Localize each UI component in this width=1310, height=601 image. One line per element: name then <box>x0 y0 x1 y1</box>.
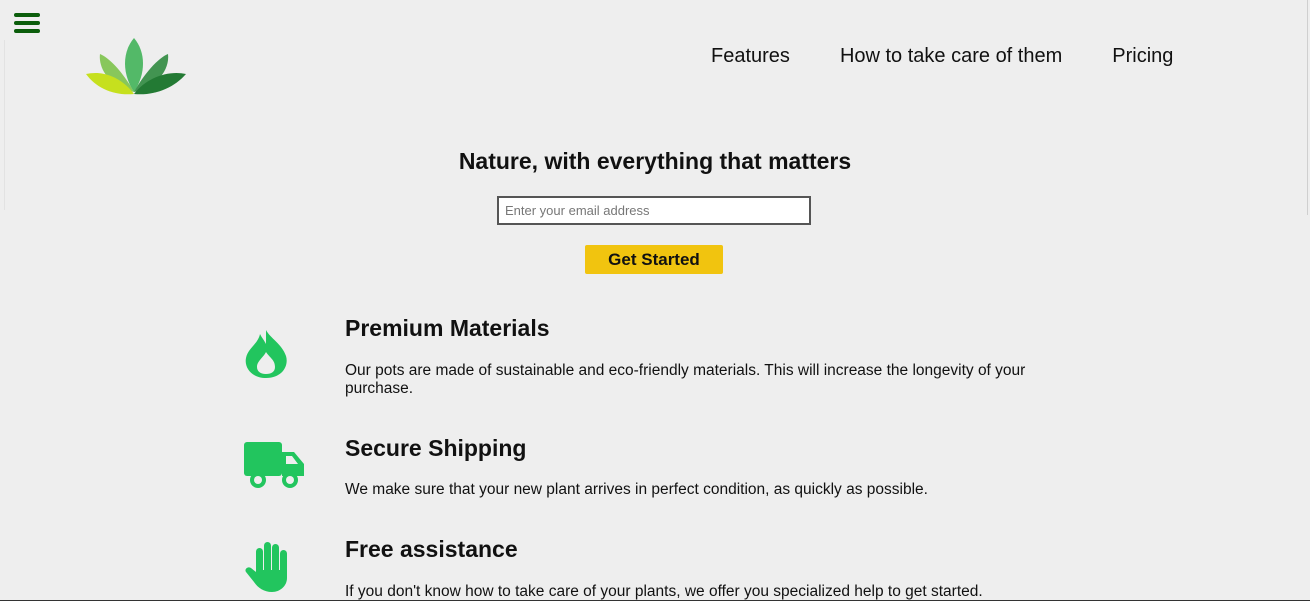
fire-icon <box>245 330 287 378</box>
hand-icon <box>245 542 287 592</box>
email-input[interactable] <box>497 196 811 225</box>
menu-icon[interactable] <box>14 13 40 35</box>
page: Features How to take care of them Pricin… <box>0 0 1310 601</box>
truck-icon <box>244 442 304 488</box>
feature-title: Free assistance <box>345 536 518 562</box>
divider <box>4 40 5 210</box>
feature-text: If you don't know how to take care of yo… <box>345 583 983 600</box>
nav-link-care[interactable]: How to take care of them <box>840 44 1062 68</box>
nav-link-pricing[interactable]: Pricing <box>1112 44 1173 68</box>
feature-text: We make sure that your new plant arrives… <box>345 481 928 498</box>
feature-text: Our pots are made of sustainable and eco… <box>345 362 1026 397</box>
hero-title: Nature, with everything that matters <box>458 148 852 174</box>
get-started-button[interactable]: Get Started <box>585 245 723 274</box>
main-nav: Features How to take care of them Pricin… <box>711 44 1173 68</box>
lotus-logo-icon <box>86 38 186 95</box>
feature-title: Premium Materials <box>345 315 550 341</box>
nav-link-features[interactable]: Features <box>711 44 790 68</box>
feature-title: Secure Shipping <box>345 435 527 461</box>
scrollbar-edge <box>1307 0 1308 215</box>
